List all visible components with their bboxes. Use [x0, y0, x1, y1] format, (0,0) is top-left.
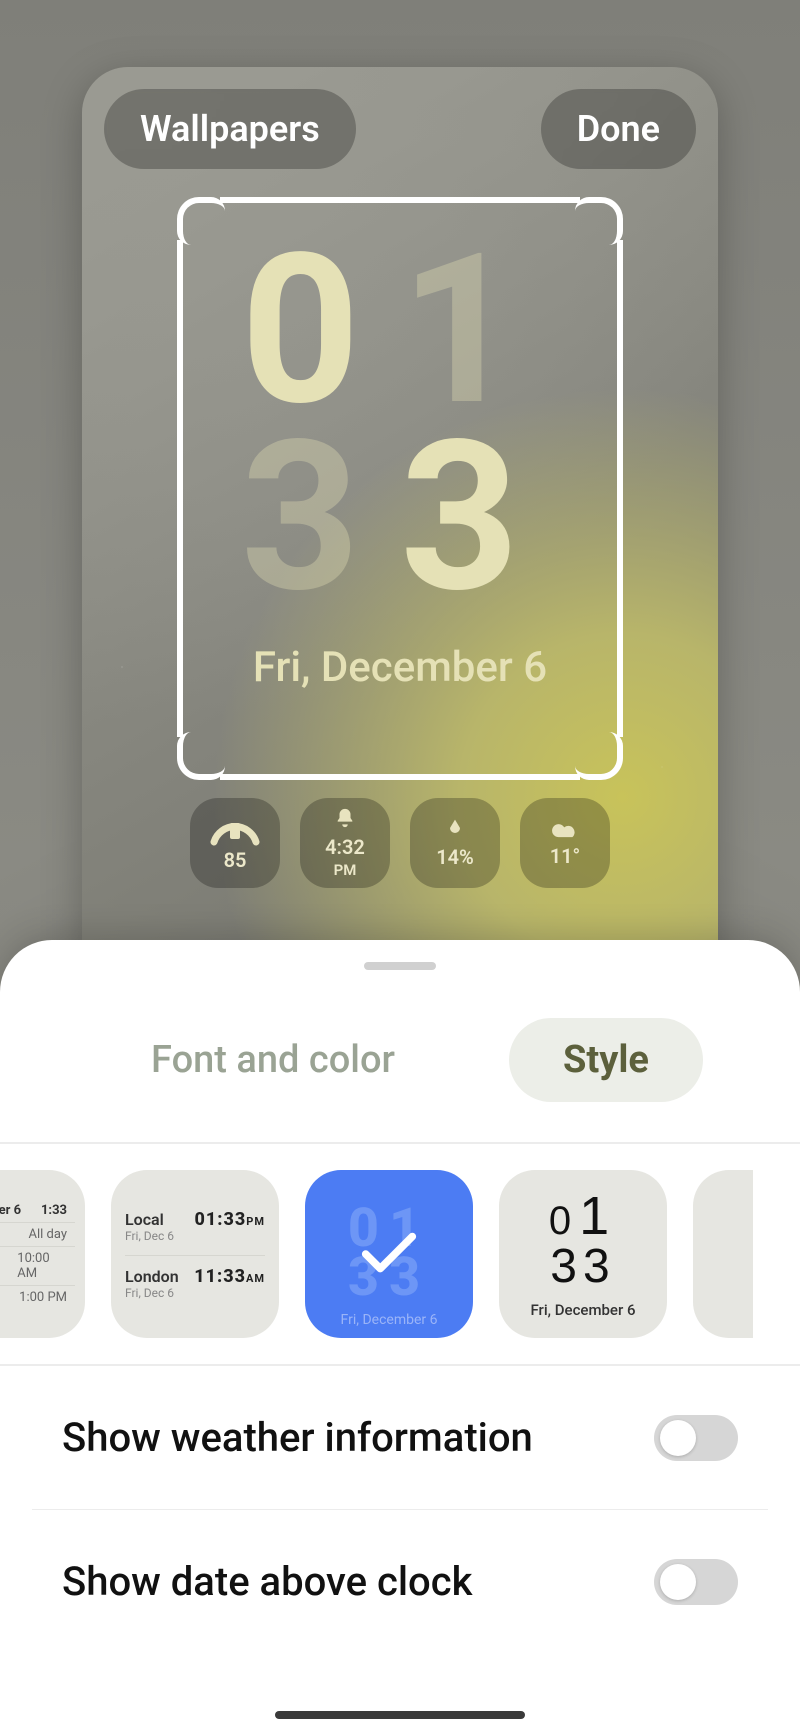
- tab-style[interactable]: Style: [509, 1018, 703, 1102]
- clock-minute: 33: [180, 424, 620, 611]
- humidity-widget[interactable]: 14%: [410, 798, 500, 888]
- style-option-worldclock[interactable]: Local Fri, Dec 6 01:33PM London Fri, Dec…: [111, 1170, 279, 1338]
- wallpapers-label: Wallpapers: [140, 108, 320, 150]
- wc-city: Local: [125, 1210, 174, 1229]
- agenda-time: 1:33: [41, 1203, 67, 1218]
- setting-show-date-above: Show date above clock: [32, 1509, 768, 1653]
- done-button[interactable]: Done: [541, 89, 696, 169]
- setting-label: Show date above clock: [62, 1558, 472, 1605]
- style-option-next[interactable]: [693, 1170, 753, 1338]
- setting-label: Show weather information: [62, 1414, 533, 1461]
- wallpapers-button[interactable]: Wallpapers: [104, 89, 356, 169]
- battery-value: 85: [224, 848, 247, 872]
- style-carousel[interactable]: ember 6 1:33 dayAll day with Sue10:00 AM…: [0, 1144, 800, 1364]
- alarm-time: 4:32: [325, 835, 365, 859]
- droplet-icon: [445, 817, 465, 843]
- weather-toggle[interactable]: [654, 1415, 738, 1461]
- style-option-agenda[interactable]: ember 6 1:33 dayAll day with Sue10:00 AM…: [0, 1170, 85, 1338]
- battery-gauge-icon: [208, 814, 262, 846]
- tab-font-and-color[interactable]: Font and color: [97, 1018, 449, 1102]
- setting-show-weather: Show weather information: [32, 1366, 768, 1509]
- tab-bar: Font and color Style: [0, 970, 800, 1142]
- wc-date: Fri, Dec 6: [125, 1229, 174, 1243]
- thin-caption: Fri, December 6: [530, 1301, 635, 1319]
- agenda-date: ember 6: [0, 1203, 21, 1218]
- style-option-thin[interactable]: 01 33 Fri, December 6: [499, 1170, 667, 1338]
- home-indicator[interactable]: [275, 1711, 525, 1719]
- battery-widget[interactable]: 85: [190, 798, 280, 888]
- wc-date: Fri, Dec 6: [125, 1286, 179, 1300]
- date-above-toggle[interactable]: [654, 1559, 738, 1605]
- clock-date: Fri, December 6: [180, 649, 620, 687]
- alarm-widget[interactable]: 4:32 PM: [300, 798, 390, 888]
- alarm-meridiem: PM: [334, 861, 357, 879]
- style-option-selected[interactable]: 01 33 Fri, December 6: [305, 1170, 473, 1338]
- bell-icon: [334, 807, 356, 833]
- cloud-icon: [552, 818, 578, 842]
- wc-city: London: [125, 1267, 179, 1286]
- weather-value: 11°: [550, 844, 581, 868]
- weather-widget[interactable]: 11°: [520, 798, 610, 888]
- humidity-value: 14%: [436, 845, 474, 869]
- done-label: Done: [577, 108, 660, 150]
- clock-preview: 01 33 Fri, December 6: [180, 237, 620, 687]
- selected-caption: Fri, December 6: [305, 1312, 473, 1328]
- sheet-drag-handle[interactable]: [364, 962, 436, 970]
- widget-row: 85 4:32 PM 14% 11°: [82, 798, 718, 888]
- style-sheet: Font and color Style ember 6 1:33 dayAll…: [0, 940, 800, 1733]
